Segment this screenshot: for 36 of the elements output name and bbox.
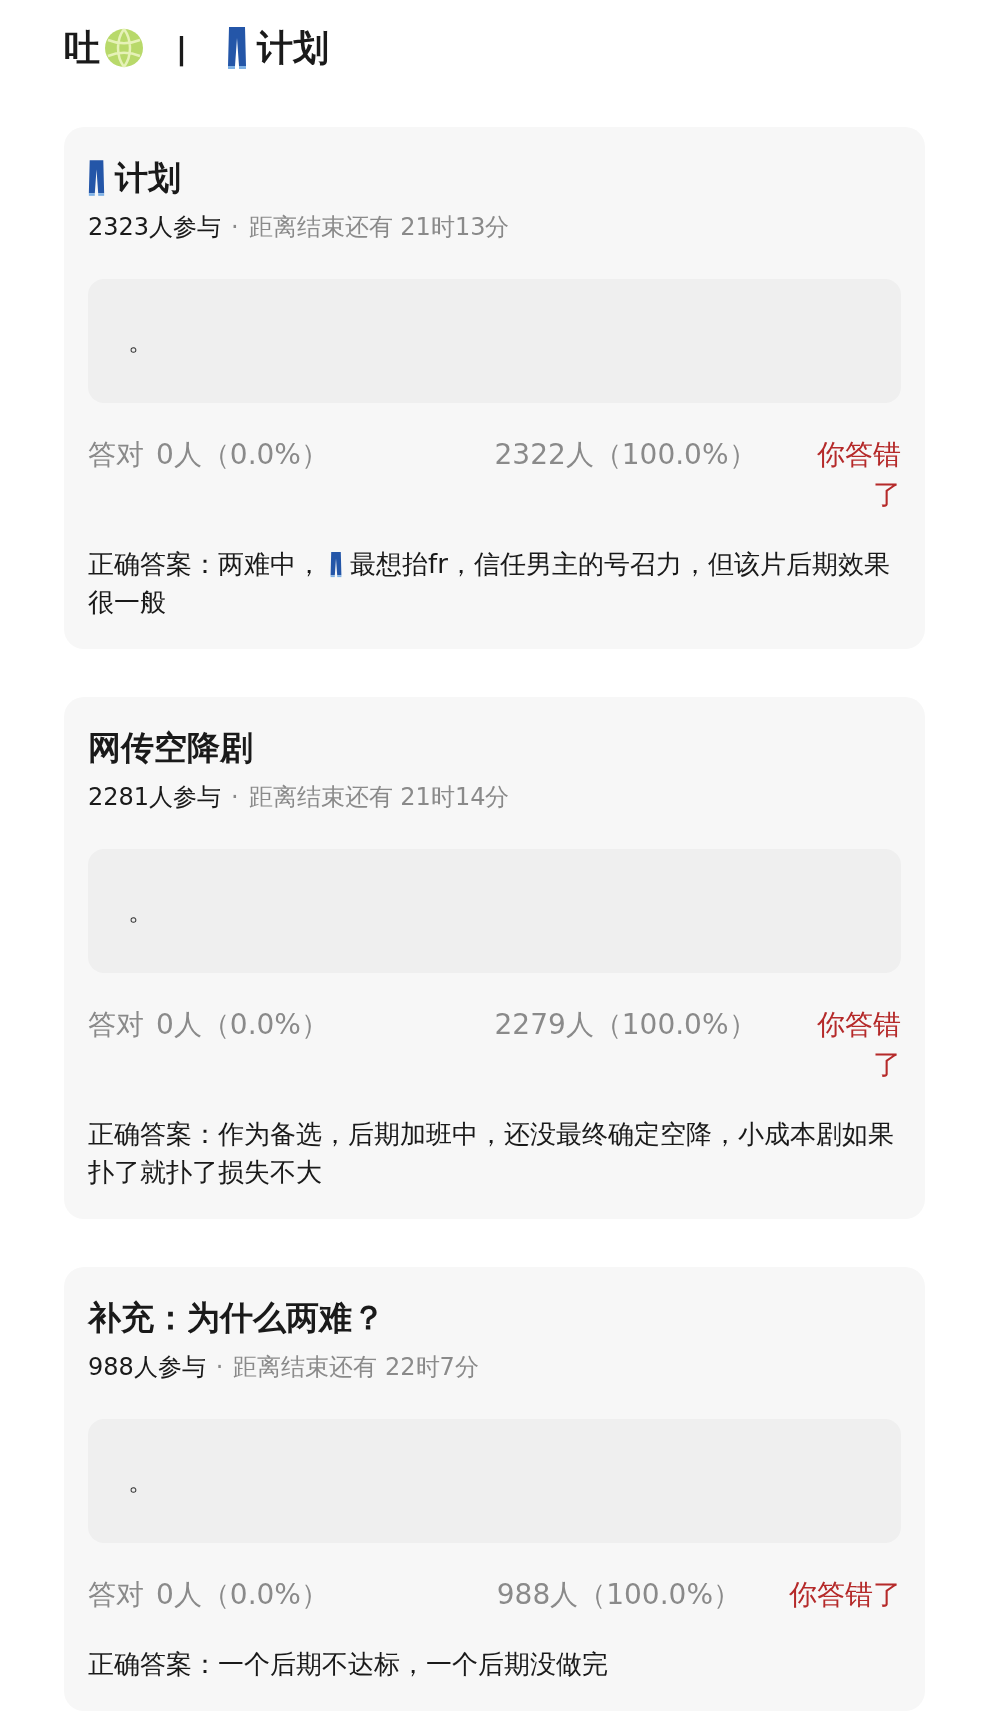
correct-count: 0人（0.0%） — [156, 1577, 329, 1613]
result-text: 你答错了 — [789, 1577, 901, 1613]
stat-label: 答对 — [88, 1007, 144, 1043]
jeans-icon — [88, 159, 105, 197]
correct-answer: 正确答案：两难中， 最想抬fr，信任男主的号召力，但该片后期效果很一般 — [88, 548, 891, 619]
jeans-icon — [330, 551, 342, 578]
card-title: 补充：为什么两难？ — [88, 1296, 385, 1339]
correct-answer: 正确答案：一个后期不达标，一个后期没做完 — [88, 1648, 609, 1681]
wrong-count: 2279人（100.0%） — [494, 1007, 757, 1043]
header-title: 吐 — [64, 25, 100, 70]
countdown: 距离结束还有 21时13分 — [248, 212, 510, 243]
correct-count: 0人（0.0%） — [156, 1007, 329, 1043]
header-title: 计划 — [256, 25, 329, 70]
separator-dot: · — [215, 1353, 224, 1381]
correct-answer: 正确答案：作为备选，后期加班中，还没最终确定空降，小成本剧如果扑了就扑了损失不大 — [88, 1118, 895, 1189]
answer-option[interactable]: 。 — [88, 279, 901, 403]
participant-count: 988人参与 — [88, 1352, 206, 1383]
answer-option[interactable]: 。 — [88, 1419, 901, 1543]
result-text: 你答错了 — [816, 437, 901, 513]
result-text: 你答错了 — [816, 1007, 901, 1083]
participant-count: 2323人参与 — [88, 212, 222, 243]
countdown: 距离结束还有 21时14分 — [248, 782, 510, 813]
stat-label: 答对 — [88, 437, 144, 473]
wrong-count: 988人（100.0%） — [496, 1577, 741, 1613]
correct-count: 0人（0.0%） — [156, 437, 329, 473]
card-title: 网传空降剧 — [88, 726, 253, 769]
participant-count: 2281人参与 — [88, 782, 222, 813]
countdown: 距离结束还有 22时7分 — [233, 1352, 479, 1383]
separator-dot: · — [231, 783, 239, 811]
wrong-count: 2322人（100.0%） — [494, 437, 757, 473]
card-title: 计划 — [115, 156, 181, 199]
jeans-icon — [226, 26, 247, 70]
separator-dot: · — [231, 213, 239, 241]
stat-label: 答对 — [88, 1577, 144, 1613]
answer-option[interactable]: 。 — [88, 849, 901, 973]
separator: | — [176, 30, 187, 66]
